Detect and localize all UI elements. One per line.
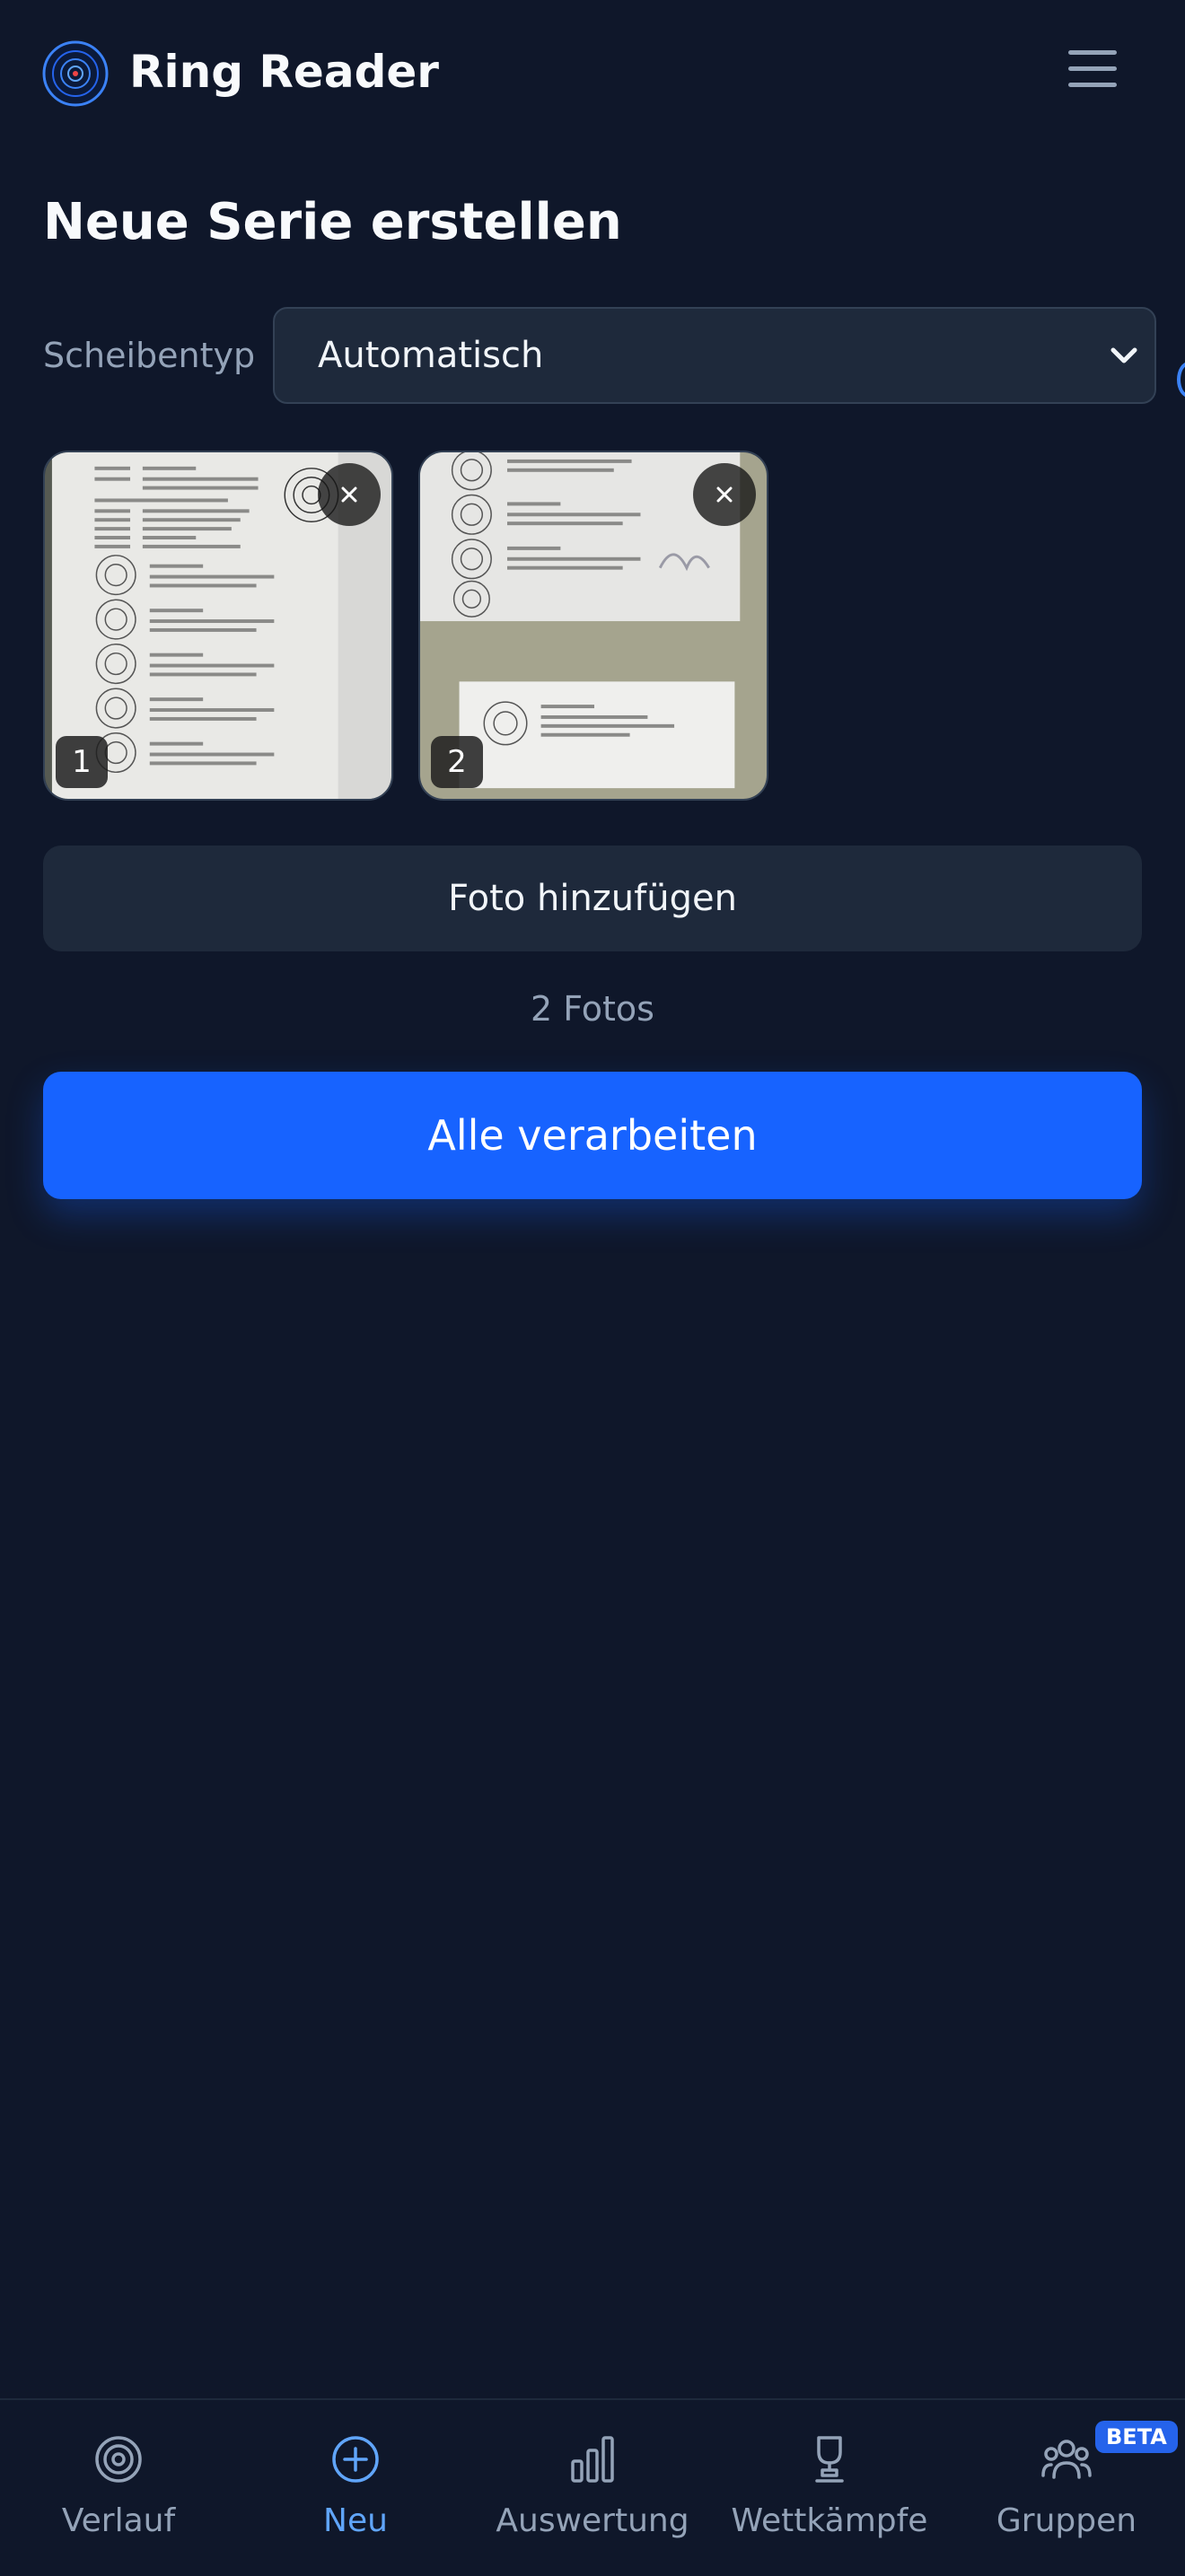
- nav-label: Verlauf: [61, 2502, 176, 2539]
- nav-item-auswertung[interactable]: Auswertung: [474, 2400, 711, 2576]
- target-logo-icon: [42, 40, 109, 107]
- users-icon: [1041, 2440, 1092, 2479]
- hamburger-menu-icon: [1068, 50, 1117, 55]
- nav-label: Auswertung: [496, 2502, 689, 2539]
- remove-photo-button[interactable]: [318, 463, 381, 526]
- nav-label: Neu: [323, 2502, 388, 2539]
- close-icon: [341, 486, 357, 503]
- photo-thumbnail[interactable]: 1: [43, 451, 393, 801]
- disc-type-value: Automatisch: [318, 335, 544, 376]
- photo-number-badge: 1: [56, 736, 108, 788]
- nav-item-verlauf[interactable]: Verlauf: [0, 2400, 237, 2576]
- photo-number-badge: 2: [431, 736, 483, 788]
- app-header: Ring Reader: [0, 0, 1185, 144]
- target-icon: [95, 2436, 142, 2483]
- remove-photo-button[interactable]: [693, 463, 756, 526]
- plus-circle-icon: [332, 2436, 379, 2483]
- page-title: Neue Serie erstellen: [43, 193, 622, 251]
- info-icon[interactable]: [1177, 362, 1185, 398]
- nav-label: Gruppen: [996, 2502, 1137, 2539]
- menu-button[interactable]: [1066, 47, 1119, 92]
- app-title: Ring Reader: [129, 46, 439, 98]
- beta-badge: BETA: [1095, 2421, 1178, 2453]
- disc-type-label: Scheibentyp: [43, 336, 256, 375]
- chevron-down-icon: [1110, 347, 1137, 364]
- nav-label: Wettkämpfe: [731, 2502, 928, 2539]
- bar-chart-icon: [571, 2436, 614, 2483]
- photo-count: 2 Fotos: [531, 989, 654, 1029]
- nav-item-wettkaempfe[interactable]: Wettkämpfe: [711, 2400, 948, 2576]
- add-photo-button[interactable]: Foto hinzufügen: [43, 846, 1142, 951]
- close-icon: [716, 486, 733, 503]
- bottom-navigation: Verlauf Neu Auswertung Wettkämpfe Gruppe…: [0, 2398, 1185, 2576]
- process-all-button[interactable]: Alle verarbeiten: [43, 1072, 1142, 1199]
- trophy-icon: [815, 2436, 844, 2483]
- photo-thumbnail[interactable]: 2: [418, 451, 768, 801]
- nav-item-neu[interactable]: Neu: [237, 2400, 474, 2576]
- disc-type-select[interactable]: Automatisch: [273, 307, 1156, 404]
